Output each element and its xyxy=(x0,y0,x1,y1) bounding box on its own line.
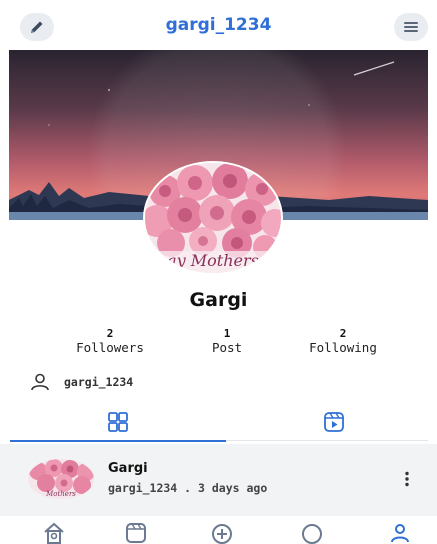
username-text: gargi_1234 xyxy=(64,375,134,389)
menu-button[interactable] xyxy=(394,13,428,41)
posts-stat[interactable]: 1 Post xyxy=(172,328,282,356)
roses-avatar-image: ay Mothers xyxy=(145,163,281,273)
followers-stat[interactable]: 2 Followers xyxy=(55,328,165,356)
person-icon xyxy=(31,373,49,391)
more-vertical-icon xyxy=(405,471,409,487)
followers-count: 2 xyxy=(106,327,114,340)
post-thumbnail-image: Mothers xyxy=(28,459,94,499)
post-thumb-caption: Mothers xyxy=(45,490,76,498)
post-list-item[interactable]: Mothers Gargi gargi_1234 . 3 days ago xyxy=(0,444,437,516)
home-icon xyxy=(44,522,64,544)
post-author-name: Gargi xyxy=(108,461,148,476)
nav-profile[interactable] xyxy=(384,522,416,544)
grid-icon xyxy=(108,412,128,432)
following-stat[interactable]: 2 Following xyxy=(288,328,398,356)
following-count: 2 xyxy=(339,327,347,340)
username-row: gargi_1234 xyxy=(30,372,133,392)
nav-add[interactable] xyxy=(206,522,238,544)
following-label: Following xyxy=(309,340,377,355)
nav-chat[interactable] xyxy=(296,522,328,544)
profile-username-title: gargi_1234 xyxy=(165,15,272,35)
reels-icon xyxy=(126,523,146,543)
post-meta: gargi_1234 . 3 days ago xyxy=(108,481,268,495)
nav-reels[interactable] xyxy=(120,522,152,544)
tab-reels[interactable] xyxy=(314,408,354,436)
posts-count: 1 xyxy=(223,327,231,340)
reels-icon xyxy=(324,412,344,432)
tab-divider xyxy=(226,440,428,441)
tab-posts-grid[interactable] xyxy=(98,408,138,436)
chat-icon xyxy=(302,524,322,544)
followers-label: Followers xyxy=(76,340,144,355)
post-options-button[interactable] xyxy=(398,466,416,492)
profile-avatar[interactable]: ay Mothers xyxy=(145,163,281,273)
posts-label: Post xyxy=(211,340,243,355)
profile-icon xyxy=(391,524,409,543)
nav-home[interactable] xyxy=(38,522,70,544)
active-tab-indicator xyxy=(10,440,226,442)
profile-name: Gargi xyxy=(189,289,248,311)
add-icon xyxy=(212,524,232,544)
avatar-caption: ay Mothers xyxy=(167,251,259,270)
menu-icon xyxy=(404,22,418,32)
bottom-navigation xyxy=(0,516,437,544)
top-bar: gargi_1234 xyxy=(0,0,437,52)
post-thumbnail[interactable]: Mothers xyxy=(28,459,94,499)
